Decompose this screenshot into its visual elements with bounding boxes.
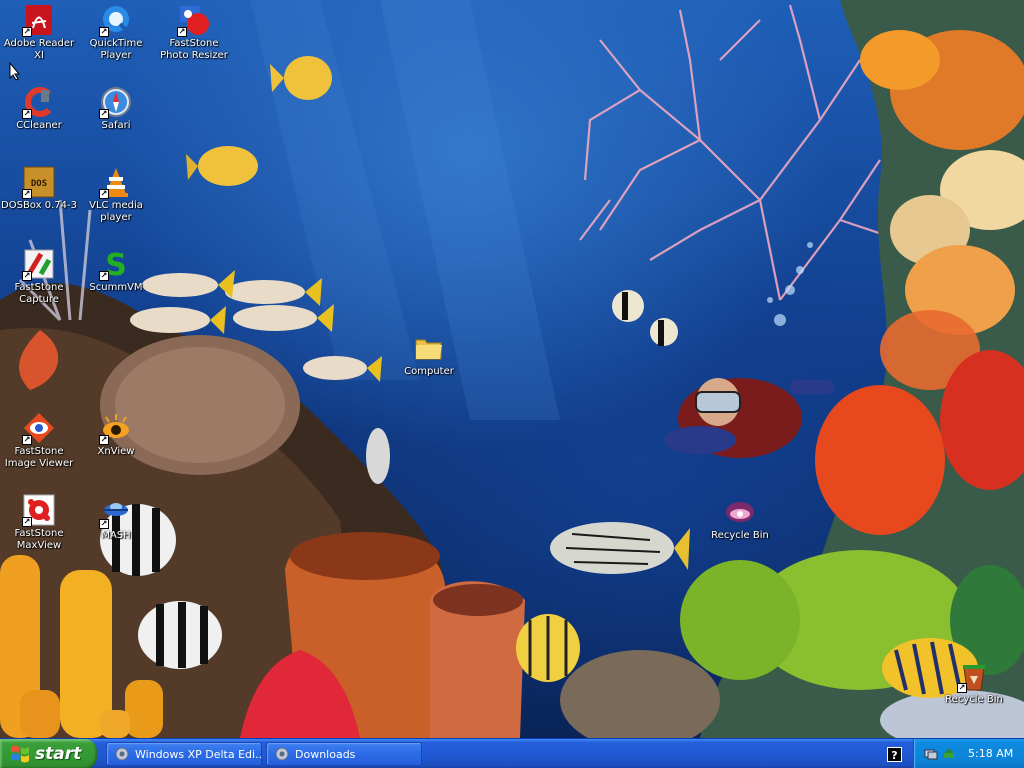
desktop-icon-label: ScummVM xyxy=(89,282,143,293)
start-label: start xyxy=(35,744,82,764)
svg-text:DOS: DOS xyxy=(31,179,47,189)
ccleaner-icon: ↗ xyxy=(22,86,55,119)
taskbar-button-windows-xp-delta[interactable]: Windows XP Delta Edi... xyxy=(106,742,262,766)
desktop-icon-label: VLC media player xyxy=(89,200,143,223)
window-icon xyxy=(115,747,129,761)
mash-icon: ↗ xyxy=(99,496,132,529)
desktop-icon-label: Computer xyxy=(404,366,454,377)
desktop-icon-faststone-image-viewer[interactable]: ↗ FastStone Image Viewer xyxy=(0,412,78,470)
desktop-icon-ccleaner[interactable]: ↗ CCleaner xyxy=(0,86,78,132)
window-icon xyxy=(275,747,289,761)
faststone-image-viewer-icon: ↗ xyxy=(22,412,55,445)
desktop-icon-label: Recycle Bin xyxy=(945,694,1003,705)
desktop-icon-label: CCleaner xyxy=(16,120,62,131)
taskbar-button-label: Downloads xyxy=(295,747,356,761)
safari-icon: ↗ xyxy=(99,86,132,119)
desktop-icon-safari[interactable]: ↗ Safari xyxy=(77,86,155,132)
desktop-icon-faststone-maxview[interactable]: ↗ FastStone MaxView xyxy=(0,494,78,552)
quicktime-icon: ↗ xyxy=(99,4,132,37)
desktop-icon-label: FastStone Image Viewer xyxy=(4,446,74,469)
adobe-reader-icon: ↗ xyxy=(22,4,55,37)
recycle-bin-icon: ↗ xyxy=(957,660,990,693)
desktop-icon-recycle-bin[interactable]: ↗ Recycle Bin xyxy=(935,660,1013,706)
system-tray: 5:18 AM xyxy=(913,739,1024,768)
safely-remove-hardware-icon[interactable] xyxy=(942,747,956,761)
help-icon[interactable]: ? xyxy=(887,747,902,762)
desktop-icon-faststone-photo-resizer[interactable]: ↗ FastStone Photo Resizer xyxy=(155,4,233,62)
desktop-icon-dosbox[interactable]: DOS ↗ DOSBox 0.74-3 xyxy=(0,166,78,212)
desktop-icon-label: Recycle Bin xyxy=(711,530,769,541)
desktop-icon-vlc[interactable]: ↗ VLC media player xyxy=(77,166,155,224)
desktop-icon-label: XnView xyxy=(97,446,135,457)
faststone-capture-icon: ↗ xyxy=(22,248,55,281)
network-icon[interactable] xyxy=(924,747,938,761)
desktop-icon-adobe-reader[interactable]: ↗ Adobe Reader XI xyxy=(0,4,78,62)
desktop-icon-computer[interactable]: Computer xyxy=(390,332,468,378)
clock[interactable]: 5:18 AM xyxy=(968,747,1013,760)
desktop-icon-quicktime[interactable]: ↗ QuickTime Player xyxy=(77,4,155,62)
mouse-cursor-icon xyxy=(9,61,21,85)
faststone-photo-resizer-icon: ↗ xyxy=(177,4,210,37)
desktop-icon-label: FastStone MaxView xyxy=(14,528,64,551)
folder-icon xyxy=(413,332,445,364)
vlc-icon: ↗ xyxy=(99,166,132,199)
taskbar-button-label: Windows XP Delta Edi... xyxy=(135,747,262,761)
desktop-icon-scummvm[interactable]: S ↗ ScummVM xyxy=(77,248,155,294)
desktop-icon-label: QuickTime Player xyxy=(89,38,143,61)
faststone-maxview-icon: ↗ xyxy=(22,494,55,527)
desktop-icon-recycle-bin-clam[interactable]: Recycle Bin xyxy=(701,496,779,542)
xnview-icon: ↗ xyxy=(99,412,132,445)
clam-recycle-bin-icon xyxy=(724,496,756,528)
desktop-icon-label: Safari xyxy=(101,120,131,131)
dosbox-icon: DOS ↗ xyxy=(22,166,55,199)
desktop-icon-xnview[interactable]: ↗ XnView xyxy=(77,412,155,458)
start-button[interactable]: start xyxy=(0,739,97,768)
windows-logo-icon xyxy=(11,745,29,763)
desktop-icon-label: FastStone Capture xyxy=(14,282,64,305)
desktop-icon-faststone-capture[interactable]: ↗ FastStone Capture xyxy=(0,248,78,306)
desktop-icon-label: FastStone Photo Resizer xyxy=(160,38,228,61)
desktop-icon-label: MASH xyxy=(101,530,131,541)
scummvm-icon: S ↗ xyxy=(99,248,132,281)
taskbar-button-downloads[interactable]: Downloads xyxy=(266,742,422,766)
desktop-icon-label: Adobe Reader XI xyxy=(3,38,75,61)
desktop-icon-label: DOSBox 0.74-3 xyxy=(1,200,77,211)
desktop-icon-mash[interactable]: ↗ MASH xyxy=(77,496,155,542)
taskbar: start Windows XP Delta Edi... Downloads … xyxy=(0,738,1024,768)
